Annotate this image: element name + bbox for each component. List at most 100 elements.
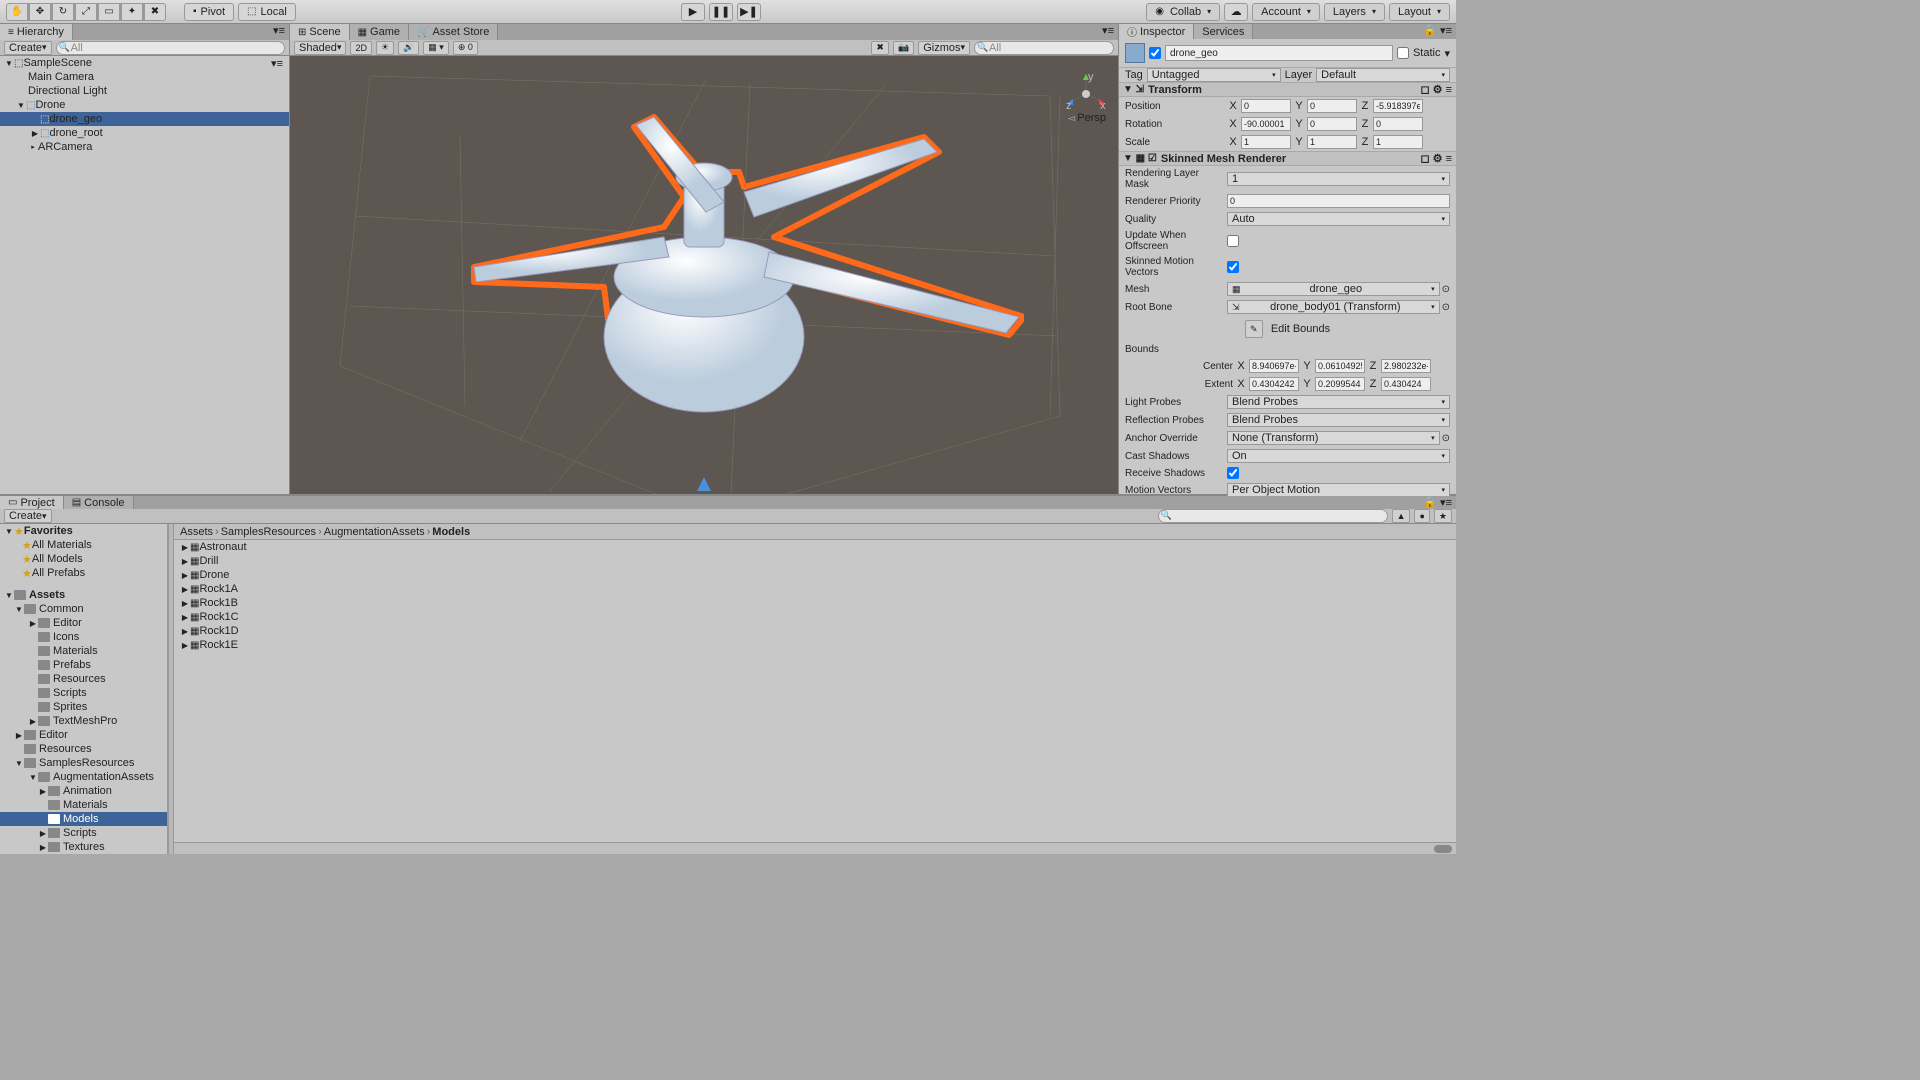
scl-y[interactable] xyxy=(1307,135,1357,149)
rot-y[interactable] xyxy=(1307,117,1357,131)
fav-item[interactable]: ★ All Prefabs xyxy=(0,566,167,580)
tag-filter-icon[interactable]: ● xyxy=(1414,509,1429,523)
step-button[interactable]: ▶❚ xyxy=(737,3,761,21)
folder-row[interactable]: ▼AugmentationAssets xyxy=(0,770,167,784)
skinmotion-checkbox[interactable] xyxy=(1227,261,1239,273)
cam-icon[interactable]: 📷 xyxy=(893,41,914,55)
inspector-menu-icon[interactable]: 🔒 ▾≡ xyxy=(1419,24,1456,39)
gameobject-icon[interactable] xyxy=(1125,43,1145,63)
layers-dropdown[interactable]: Layers xyxy=(1324,3,1385,21)
custom-tool[interactable]: ✖ xyxy=(144,3,166,21)
static-checkbox[interactable] xyxy=(1397,47,1409,59)
grid-icon[interactable]: ✖ xyxy=(871,41,889,55)
folder-row[interactable]: ▶Scripts xyxy=(0,826,167,840)
project-tab[interactable]: ▭ Project xyxy=(0,496,64,509)
hierarchy-menu-icon[interactable]: ▾≡ xyxy=(269,24,289,40)
recvshadows-checkbox[interactable] xyxy=(1227,467,1239,479)
folder-row-selected[interactable]: Models xyxy=(0,812,167,826)
folder-row[interactable]: ▶Editor xyxy=(0,616,167,630)
game-tab[interactable]: ▦ Game xyxy=(350,24,409,40)
center-x[interactable] xyxy=(1249,359,1299,373)
hierarchy-item[interactable]: Main Camera xyxy=(0,70,289,84)
folder-row[interactable]: Materials xyxy=(0,798,167,812)
rot-x[interactable] xyxy=(1241,117,1291,131)
pivot-toggle[interactable]: ▪Pivot xyxy=(184,3,234,21)
hierarchy-search[interactable]: All xyxy=(56,41,285,55)
folder-row[interactable]: ▶Editor xyxy=(0,728,167,742)
rot-z[interactable] xyxy=(1373,117,1423,131)
folder-row[interactable]: ▶TextMeshPro xyxy=(0,714,167,728)
fav-item[interactable]: ★ All Models xyxy=(0,552,167,566)
collab-dropdown[interactable]: ◉ Collab xyxy=(1146,3,1220,21)
filter-icon[interactable]: ▲ xyxy=(1392,509,1411,523)
model-item[interactable]: ▶▦ Rock1D xyxy=(174,624,1456,638)
folder-row[interactable]: Materials xyxy=(0,644,167,658)
hierarchy-item-selected[interactable]: ⬚ drone_geo xyxy=(0,112,289,126)
project-menu-icon[interactable]: 🔒 ▾≡ xyxy=(1419,496,1456,509)
account-dropdown[interactable]: Account xyxy=(1252,3,1320,21)
hierarchy-create[interactable]: Create ▾ xyxy=(4,41,52,55)
scale-tool[interactable]: ⤢ xyxy=(75,3,97,21)
edit-bounds-icon[interactable]: ✎ xyxy=(1245,320,1263,338)
priority-field[interactable] xyxy=(1227,194,1450,208)
asset-store-tab[interactable]: 🛒 Asset Store xyxy=(409,24,498,40)
rect-tool[interactable]: ▭ xyxy=(98,3,120,21)
extent-x[interactable] xyxy=(1249,377,1299,391)
anchor-field[interactable]: None (Transform) xyxy=(1227,431,1440,445)
bc-item[interactable]: AugmentationAssets xyxy=(324,526,425,538)
extent-z[interactable] xyxy=(1381,377,1431,391)
reflprobes-dropdown[interactable]: Blend Probes xyxy=(1227,413,1450,427)
layer-dropdown[interactable]: Default xyxy=(1316,68,1450,82)
rootbone-field[interactable]: ⇲ drone_body01 (Transform) xyxy=(1227,300,1440,314)
rotate-tool[interactable]: ↻ xyxy=(52,3,74,21)
local-toggle[interactable]: ⬚Local xyxy=(238,3,296,21)
center-z[interactable] xyxy=(1381,359,1431,373)
pause-button[interactable]: ❚❚ xyxy=(709,3,733,21)
hierarchy-item[interactable]: Directional Light xyxy=(0,84,289,98)
audio-toggle[interactable]: 🔊 xyxy=(398,41,419,55)
gizmos-dropdown[interactable]: Gizmos ▾ xyxy=(918,41,970,55)
light-toggle[interactable]: ☀ xyxy=(376,41,394,55)
folder-row[interactable]: ▶Textures xyxy=(0,840,167,854)
model-item[interactable]: ▶▦ Rock1C xyxy=(174,610,1456,624)
2d-toggle[interactable]: 2D xyxy=(350,41,372,55)
lightprobes-dropdown[interactable]: Blend Probes xyxy=(1227,395,1450,409)
folder-row[interactable]: Scripts xyxy=(0,686,167,700)
favorites-row[interactable]: ▼★ Favorites xyxy=(0,524,167,538)
motionvec-dropdown[interactable]: Per Object Motion xyxy=(1227,483,1450,497)
layout-dropdown[interactable]: Layout xyxy=(1389,3,1450,21)
model-item[interactable]: ▶▦ Rock1E xyxy=(174,638,1456,652)
services-tab[interactable]: Services xyxy=(1194,24,1253,39)
scene-tab[interactable]: ⊞ Scene xyxy=(290,24,350,40)
active-checkbox[interactable] xyxy=(1149,47,1161,59)
bc-item[interactable]: Assets xyxy=(180,526,213,538)
folder-row[interactable]: Resources xyxy=(0,742,167,756)
bc-item[interactable]: Models xyxy=(432,526,470,538)
pos-x[interactable] xyxy=(1241,99,1291,113)
folder-row[interactable]: ▶Animation xyxy=(0,784,167,798)
inspector-tab[interactable]: ⓘ Inspector xyxy=(1119,24,1194,39)
fx-toggle[interactable]: ▦ ▾ xyxy=(423,41,449,55)
move-tool[interactable]: ✥ xyxy=(29,3,51,21)
quality-dropdown[interactable]: Auto xyxy=(1227,212,1450,226)
shading-mode[interactable]: Shaded ▾ xyxy=(294,41,346,55)
offscreen-checkbox[interactable] xyxy=(1227,235,1239,247)
zoom-slider[interactable] xyxy=(174,842,1456,854)
fav-filter-icon[interactable]: ★ xyxy=(1434,509,1452,523)
misc-toggle[interactable]: ⊕ 0 xyxy=(453,41,478,55)
scl-z[interactable] xyxy=(1373,135,1423,149)
hierarchy-item[interactable]: ▸ARCamera xyxy=(0,140,289,154)
folder-row[interactable]: Resources xyxy=(0,672,167,686)
model-item[interactable]: ▶▦ Astronaut xyxy=(174,540,1456,554)
hierarchy-item[interactable]: ▼⬚ Drone xyxy=(0,98,289,112)
cloud-button[interactable]: ☁ xyxy=(1224,3,1248,21)
hand-tool[interactable]: ✋ xyxy=(6,3,28,21)
scene-search[interactable]: All xyxy=(974,41,1114,55)
folder-row[interactable]: Icons xyxy=(0,630,167,644)
bc-item[interactable]: SamplesResources xyxy=(221,526,316,538)
model-item[interactable]: ▶▦ Rock1A xyxy=(174,582,1456,596)
folder-row[interactable]: Prefabs xyxy=(0,658,167,672)
hierarchy-tab[interactable]: ≡ Hierarchy xyxy=(0,24,73,40)
assets-row[interactable]: ▼Assets xyxy=(0,588,167,602)
fav-item[interactable]: ★ All Materials xyxy=(0,538,167,552)
